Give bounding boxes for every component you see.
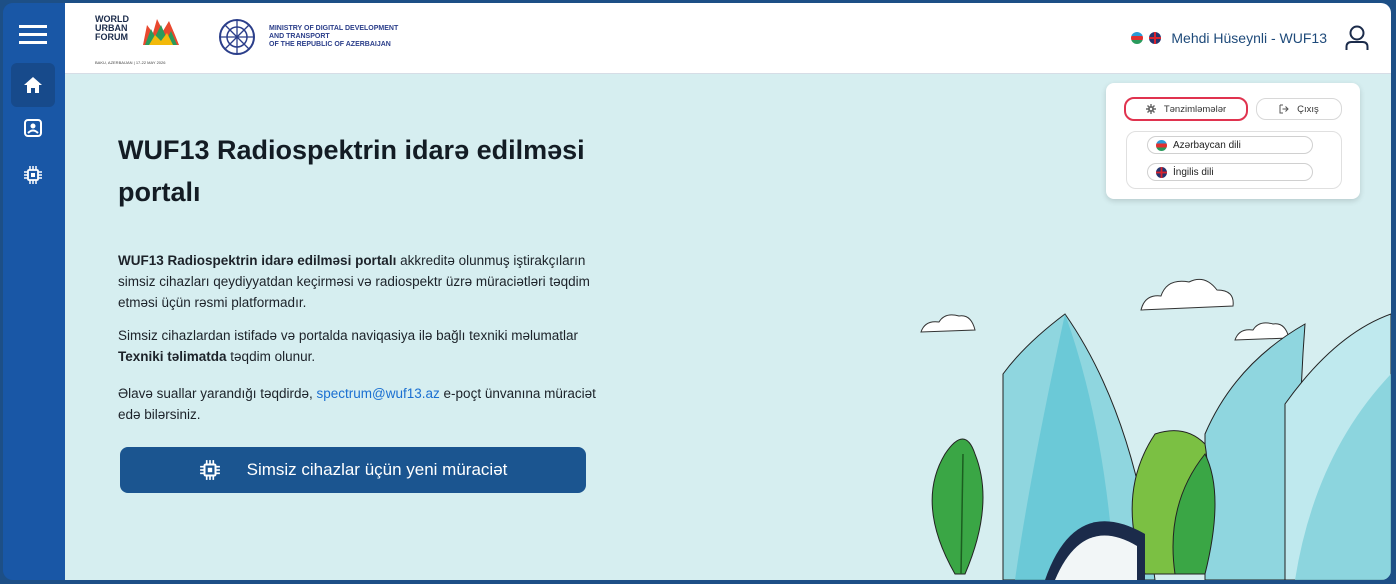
user-name[interactable]: Mehdi Hüseynli - WUF13 — [1171, 30, 1327, 46]
sidebar-item-devices[interactable] — [11, 153, 55, 197]
page-title: WUF13 Radiospektrin idarə edilməsi porta… — [118, 135, 585, 207]
language-option-en[interactable]: İngilis dili — [1147, 163, 1313, 181]
manual-text-end: təqdim olunur. — [226, 349, 316, 364]
user-dropdown-menu: Tənzimləmələr Çıxış Azərbaycan dili İngi… — [1106, 83, 1360, 199]
manual-text-start: Simsiz cihazlardan istifadə və portalda … — [118, 328, 578, 343]
uk-flag-icon — [1156, 166, 1167, 178]
wuf-logo-subtitle: BAKU, AZERBAIJAN | 17-22 MAY 2026 — [95, 60, 166, 65]
sidebar — [3, 3, 65, 580]
logout-icon — [1279, 104, 1289, 114]
contact-text-start: Əlavə suallar yarandığı təqdirdə, — [118, 386, 317, 401]
contact-paragraph: Əlavə suallar yarandığı təqdirdə, spectr… — [118, 383, 598, 425]
sidebar-item-profile[interactable] — [11, 106, 55, 150]
intro-paragraph: WUF13 Radiospektrin idarə edilməsi porta… — [118, 250, 598, 313]
user-icon[interactable] — [1345, 25, 1369, 51]
gear-icon — [1145, 104, 1156, 114]
hamburger-icon — [19, 25, 47, 44]
wuf-logo-line: FORUM — [95, 32, 128, 42]
manual-paragraph: Simsiz cihazlardan istifadə və portalda … — [118, 325, 598, 367]
menu-toggle-button[interactable] — [11, 13, 55, 57]
baku-landscape-illustration — [920, 278, 1391, 580]
ministry-line: MINISTRY OF DIGITAL DEVELOPMENT — [269, 25, 399, 32]
settings-label: Tənzimləmələr — [1163, 103, 1227, 115]
uk-flag-icon[interactable] — [1149, 32, 1162, 44]
manual-link-bold[interactable]: Texniki təlimatda — [118, 349, 227, 364]
az-flag-icon[interactable] — [1131, 32, 1144, 44]
ministry-line: AND TRANSPORT — [269, 33, 330, 40]
new-application-button[interactable]: Simsiz cihazlar üçün yeni müraciət — [120, 447, 586, 493]
logout-button[interactable]: Çıxış — [1256, 98, 1342, 120]
top-header: WORLD URBAN FORUM BAKU, AZERBAIJAN | 17-… — [65, 3, 1391, 74]
settings-button[interactable]: Tənzimləmələr — [1124, 97, 1248, 121]
language-group: Azərbaycan dili İngilis dili — [1126, 131, 1342, 189]
email-link[interactable]: spectrum@wuf13.az — [317, 386, 440, 401]
new-application-label: Simsiz cihazlar üçün yeni müraciət — [246, 460, 508, 479]
chip-icon — [24, 166, 42, 184]
logout-label: Çıxış — [1297, 103, 1319, 115]
language-option-en-label: İngilis dili — [1173, 166, 1214, 178]
ministry-emblem-icon — [219, 19, 255, 55]
language-option-az-label: Azərbaycan dili — [1173, 139, 1241, 151]
ministry-line: OF THE REPUBLIC OF AZERBAIJAN — [269, 41, 391, 48]
app-frame: WORLD URBAN FORUM BAKU, AZERBAIJAN | 17-… — [3, 3, 1391, 580]
portal-name-bold: WUF13 Radiospektrin idarə edilməsi porta… — [118, 253, 397, 268]
sidebar-item-home[interactable] — [11, 63, 55, 107]
language-option-az[interactable]: Azərbaycan dili — [1147, 136, 1313, 154]
badge-icon — [24, 119, 42, 137]
header-user-area: Mehdi Hüseynli - WUF13 — [1131, 3, 1391, 73]
wuf-emblem-icon — [143, 19, 179, 45]
az-flag-icon — [1156, 139, 1167, 151]
home-icon — [24, 77, 42, 93]
chip-icon — [199, 460, 220, 480]
ministry-logo[interactable]: MINISTRY OF DIGITAL DEVELOPMENT AND TRAN… — [217, 17, 447, 57]
wuf-logo[interactable]: WORLD URBAN FORUM BAKU, AZERBAIJAN | 17-… — [95, 15, 185, 67]
